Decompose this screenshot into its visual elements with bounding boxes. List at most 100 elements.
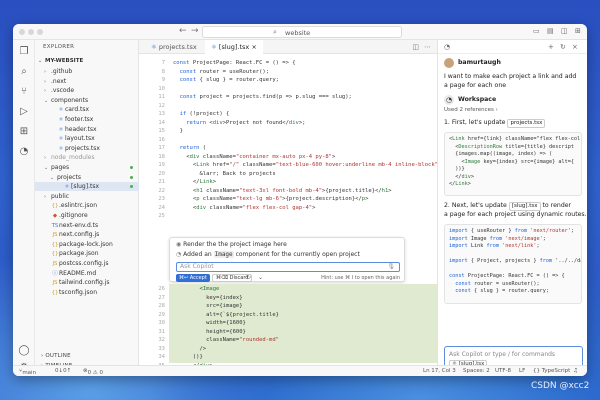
references-toggle[interactable]: Used 2 references › (444, 106, 498, 115)
tree-file[interactable]: {}package.json (35, 249, 139, 258)
tree-file[interactable]: ⓘREADME.md (35, 269, 139, 278)
back-arrow-icon[interactable]: ← (179, 27, 187, 36)
code-line[interactable]: const router = useRouter(); (173, 68, 441, 77)
code-line[interactable] (173, 212, 441, 221)
close-icon[interactable]: × (572, 43, 578, 51)
more-icon[interactable]: ⌄ (258, 274, 263, 281)
tree-file[interactable]: JStailwind.config.js (35, 278, 139, 287)
command-center-search[interactable]: ⌕ website (202, 26, 402, 38)
code-line[interactable]: &larr; Back to projects (173, 170, 441, 179)
tree-file[interactable]: ⚛ [slug].tsx (35, 182, 139, 192)
forward-arrow-icon[interactable]: → (191, 27, 199, 36)
tree-file[interactable]: ⚛ projects.tsx (35, 144, 139, 153)
split-editor-icon[interactable]: ◫ (412, 43, 419, 51)
tree-folder[interactable]: › .github (35, 67, 139, 76)
language-mode[interactable]: {} TypeScript (533, 368, 570, 374)
code-lines[interactable]: const ProjectPage: React.FC = () => { co… (173, 59, 441, 221)
encoding[interactable]: UTF-8 (495, 368, 511, 374)
suggested-code-block[interactable]: <Link href={link} className="flex flex-c… (444, 132, 582, 196)
accept-button[interactable]: ⌘↩ Accept (176, 274, 210, 282)
code-line[interactable]: return <div>Project not found</div>; (173, 119, 441, 128)
tree-file[interactable]: TSnext-env.d.ts (35, 221, 139, 230)
notifications-icon[interactable]: ♫ (573, 368, 578, 374)
outline-section[interactable]: › OUTLINE (41, 353, 71, 359)
tree-file[interactable]: ⚛ header.tsx (35, 125, 139, 134)
source-control-icon[interactable]: ⑂ (18, 86, 30, 98)
more-actions-icon[interactable]: ⋯ (424, 43, 431, 51)
code-line[interactable] (173, 136, 441, 145)
tab-slug-tsx[interactable]: ⚛ [slug].tsx × (205, 40, 263, 54)
inline-chat-input[interactable]: Ask Copilot 🎙 (176, 262, 400, 272)
layout-icon[interactable]: ▭ (533, 27, 540, 35)
sync-status[interactable]: 0↓0↑ (55, 368, 71, 374)
add-icon[interactable]: + (548, 43, 554, 51)
tree-folder[interactable]: › .next (35, 77, 139, 86)
tab-projects-tsx[interactable]: ⚛ projects.tsx (145, 40, 203, 54)
tree-folder[interactable]: ⌄ projects (35, 173, 139, 182)
code-line[interactable]: <Image (173, 285, 315, 294)
file-chip[interactable]: projects.tsx (507, 119, 546, 128)
chat-icon[interactable]: ◔ (444, 43, 450, 51)
tree-file[interactable]: {}.eslintrc.json (35, 201, 139, 210)
code-lines[interactable]: <Image key={index} src={image} alt={`${p… (173, 285, 316, 376)
code-line[interactable]: key={index} (173, 294, 315, 303)
code-line[interactable]: src={image} (173, 302, 315, 311)
tree-file[interactable]: {}tsconfig.json (35, 288, 139, 297)
code-line[interactable]: width={1600} (173, 319, 315, 328)
window-dot[interactable] (19, 29, 25, 35)
code-line[interactable]: <h1 className="text-3xl font-bold mb-4">… (173, 187, 441, 196)
code-line[interactable]: const { slug } = router.query; (173, 76, 441, 85)
window-dot[interactable] (37, 29, 43, 35)
code-line[interactable]: <p className="text-lg mb-6">{project.des… (173, 195, 441, 204)
code-line[interactable]: <Link href="/" className="text-blue-600 … (173, 161, 441, 170)
code-line[interactable]: return ( (173, 144, 441, 153)
tree-folder[interactable]: ⌄ pages (35, 163, 139, 172)
line-ending[interactable]: LF (519, 368, 525, 374)
branch-indicator[interactable]: ⑂ main (19, 368, 36, 376)
tree-file[interactable]: ◆ .gitignore (35, 211, 139, 220)
code-line[interactable] (173, 85, 441, 94)
tree-file[interactable]: JSnext.config.js (35, 230, 139, 239)
tree-folder[interactable]: ⌄ components (35, 96, 139, 105)
tree-file[interactable]: ⚛ layout.tsx (35, 134, 139, 143)
code-line[interactable]: const project = projects.find(p => p.slu… (173, 93, 441, 102)
history-icon[interactable]: ↻ (560, 43, 566, 51)
layout-grid-icon[interactable]: ⊞ (575, 27, 581, 35)
indentation[interactable]: Spaces: 2 (463, 368, 490, 374)
tree-folder[interactable]: › public (35, 192, 139, 201)
window-dot[interactable] (28, 29, 34, 35)
tree-folder[interactable]: › node_modules (35, 153, 139, 162)
workspace-root[interactable]: ⌄ MY-WEBSITE (35, 57, 139, 66)
rerun-icon[interactable]: ↻ (246, 274, 251, 281)
code-line[interactable]: className="rounded-md" (173, 336, 315, 345)
extensions-icon[interactable]: ⊞ (18, 126, 30, 138)
tree-file[interactable]: ⚛ card.tsx (35, 105, 139, 114)
account-icon[interactable]: ◯ (18, 345, 30, 357)
search-icon[interactable]: ⌕ (18, 66, 30, 78)
microphone-icon[interactable]: 🎙 (387, 263, 395, 271)
tree-file[interactable]: {}package-lock.json (35, 240, 139, 249)
tree-file[interactable]: JSpostcss.config.js (35, 259, 139, 268)
code-line[interactable]: /> (173, 345, 315, 354)
tree-folder[interactable]: › .vscode (35, 86, 139, 95)
suggested-code-block[interactable]: import { useRouter } from 'next/router';… (444, 224, 582, 304)
layout-panel-icon[interactable]: ▤ (547, 27, 554, 35)
code-line[interactable]: } (173, 127, 441, 136)
code-line[interactable] (173, 102, 441, 111)
code-line[interactable]: height={600} (173, 328, 315, 337)
run-debug-icon[interactable]: ▷ (18, 106, 30, 118)
code-line[interactable]: <div className="container mx-auto px-4 p… (173, 153, 441, 162)
code-line[interactable]: alt={`${project.title} (173, 311, 315, 320)
layout-split-icon[interactable]: ◫ (561, 27, 568, 35)
code-line[interactable]: const ProjectPage: React.FC = () => { (173, 59, 441, 68)
tree-file[interactable]: ⚛ footer.tsx (35, 115, 139, 124)
cursor-position[interactable]: Ln 17, Col 3 (423, 368, 456, 374)
code-line[interactable]: if (!project) { (173, 110, 441, 119)
code-line[interactable]: ))} (173, 353, 315, 362)
close-icon[interactable]: × (251, 43, 256, 51)
code-line[interactable]: <div className="flex flex-col gap-4"> (173, 204, 441, 213)
explorer-icon[interactable]: ❐ (18, 46, 30, 58)
code-line[interactable]: </Link> (173, 178, 441, 187)
problems-indicator[interactable]: ⊗ 0 ⚠ 0 (83, 368, 103, 376)
copilot-chat-icon[interactable]: ◔ (18, 146, 30, 158)
